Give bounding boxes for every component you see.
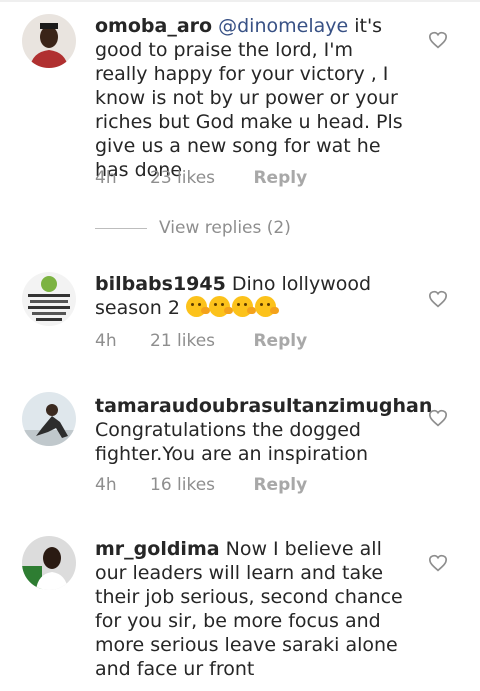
comment-username[interactable]: mr_goldima bbox=[95, 538, 220, 560]
comment-time: 4h bbox=[95, 331, 117, 351]
comment-text: bilbabs1945 Dino lollywood season 2 bbox=[95, 272, 410, 320]
reply-button[interactable]: Reply bbox=[253, 331, 307, 351]
view-replies[interactable]: View replies (2) bbox=[95, 218, 291, 238]
mention-link[interactable]: @dinomelaye bbox=[218, 15, 348, 37]
thinking-face-emoji bbox=[185, 296, 210, 317]
avatar[interactable] bbox=[22, 392, 76, 446]
comment-text: tamaraudoubrasultanzimughan Congratulati… bbox=[95, 394, 432, 466]
comment-text: omoba_aro @dinomelaye it's good to prais… bbox=[95, 14, 410, 182]
heart-outline-icon[interactable] bbox=[428, 31, 448, 49]
comment-likes[interactable]: 23 likes bbox=[150, 168, 215, 188]
comment-username[interactable]: bilbabs1945 bbox=[95, 273, 226, 295]
comment-body: Congratulations the dogged fighter.You a… bbox=[95, 419, 369, 465]
heart-outline-icon[interactable] bbox=[428, 409, 448, 427]
comment-meta: 4h 16 likes Reply bbox=[95, 475, 307, 495]
comment-username[interactable]: tamaraudoubrasultanzimughan bbox=[95, 395, 432, 417]
comment-time: 4h bbox=[95, 475, 117, 495]
thinking-face-emoji bbox=[231, 296, 256, 317]
heart-outline-icon[interactable] bbox=[428, 290, 448, 308]
avatar[interactable] bbox=[22, 14, 76, 68]
avatar[interactable] bbox=[22, 272, 76, 326]
comment-likes[interactable]: 21 likes bbox=[150, 331, 215, 351]
comment-time: 4h bbox=[95, 168, 117, 188]
heart-outline-icon[interactable] bbox=[428, 554, 448, 572]
reply-button[interactable]: Reply bbox=[253, 168, 307, 188]
view-replies-label[interactable]: View replies (2) bbox=[159, 218, 291, 238]
comment-meta: 4h 21 likes Reply bbox=[95, 331, 307, 351]
top-divider bbox=[0, 0, 480, 2]
comment-body: it's good to praise the lord, I'm really… bbox=[95, 15, 403, 181]
replies-divider bbox=[95, 227, 147, 229]
avatar[interactable] bbox=[22, 536, 76, 590]
thinking-face-emoji bbox=[254, 296, 279, 317]
comment-username[interactable]: omoba_aro bbox=[95, 15, 212, 37]
comment-likes[interactable]: 16 likes bbox=[150, 475, 215, 495]
comment-meta: 4h 23 likes Reply bbox=[95, 168, 307, 188]
comment-text: mr_goldima Now I believe all our leaders… bbox=[95, 537, 410, 681]
reply-button[interactable]: Reply bbox=[253, 475, 307, 495]
thinking-face-emoji bbox=[208, 296, 233, 317]
